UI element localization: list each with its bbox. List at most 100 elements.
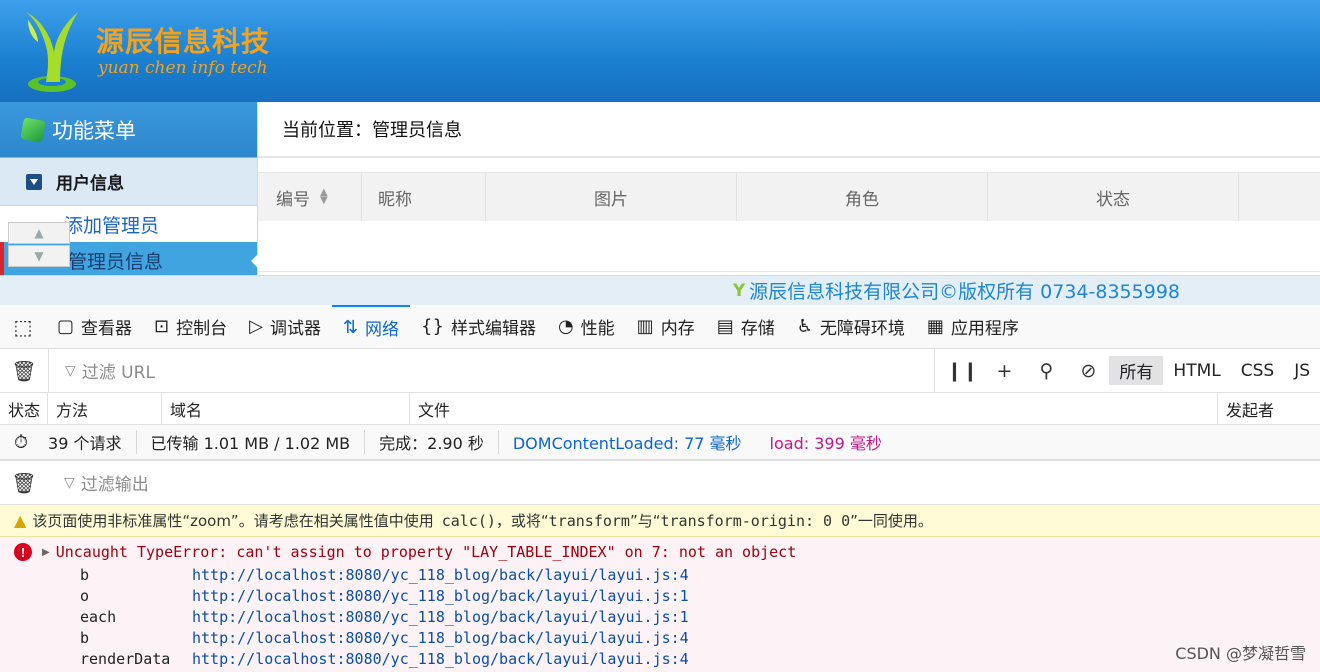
- expand-arrow-icon[interactable]: ▶: [42, 547, 50, 558]
- error-stack: b http://localhost:8080/yc_118_blog/back/…: [80, 564, 689, 669]
- stopwatch-icon: ⏱: [14, 431, 29, 453]
- logo-text-en: yuan chen info tech: [98, 58, 268, 78]
- column-header-nickname: 昵称: [362, 173, 486, 221]
- filter-type-css[interactable]: CSS: [1231, 359, 1284, 383]
- stack-frame: each http://localhost:8080/yc_118_blog/ba…: [80, 607, 689, 626]
- column-file[interactable]: 文件: [410, 392, 1218, 425]
- network-toolbar: 🗑 ▽ 过滤 URL ❙❙ + ⚲ ⊘ 所有 HTML CSS JS: [0, 348, 1320, 393]
- application-icon: ▦: [926, 316, 944, 337]
- stack-link[interactable]: http://localhost:8080/yc_118_blog/back/l…: [192, 608, 689, 626]
- memory-icon: ▥: [636, 316, 654, 337]
- console-error: ! ▶ Uncaught TypeError: can't assign to …: [0, 537, 1320, 672]
- block-icon[interactable]: ⊘: [1067, 360, 1109, 382]
- scroll-up-button[interactable]: ▲: [8, 222, 70, 244]
- pause-icon[interactable]: ❙❙: [941, 360, 983, 382]
- breadcrumb: 当前位置：管理员信息: [258, 102, 1320, 158]
- error-message: Uncaught TypeError: can't assign to prop…: [55, 543, 797, 561]
- summary-load: load: 399 毫秒: [769, 434, 882, 453]
- stack-link[interactable]: http://localhost:8080/yc_118_blog/back/l…: [192, 650, 689, 668]
- logo-icon: [26, 12, 78, 92]
- stack-link[interactable]: http://localhost:8080/yc_118_blog/back/l…: [192, 629, 689, 647]
- cube-icon: [20, 116, 46, 143]
- page-footer: Y 源辰信息科技有限公司©版权所有 0734-8355998: [0, 275, 1320, 305]
- footer-logo-icon: Y: [732, 280, 746, 301]
- stack-frame: o http://localhost:8080/yc_118_blog/back/…: [80, 586, 689, 605]
- add-icon[interactable]: +: [983, 360, 1025, 382]
- tab-application[interactable]: ▦ 应用程序: [916, 305, 1030, 349]
- main-content: 当前位置：管理员信息 编号 ▲ ▼ 昵称 图片 角色 状态: [258, 102, 1320, 275]
- console-warning: ▲ 该页面使用非标准属性“zoom”。请考虑在相关属性值中使用 calc() ，…: [0, 505, 1320, 537]
- tab-network[interactable]: ⇅ 网络: [331, 304, 411, 349]
- filter-type-js[interactable]: JS: [1284, 359, 1320, 383]
- collapse-icon[interactable]: [26, 173, 42, 190]
- tab-console[interactable]: ⊡ 控制台: [143, 305, 238, 349]
- sidebar: 功能菜单 用户信息 添加管理员 管理员信息 ▲ ▼: [0, 102, 258, 278]
- tab-style-editor[interactable]: {} 样式编辑器: [410, 305, 547, 349]
- console-toolbar: 🗑 ▽ 过滤输出: [0, 461, 1320, 505]
- error-header[interactable]: ! ▶ Uncaught TypeError: can't assign to …: [14, 543, 796, 561]
- menu-group-user-info[interactable]: 用户信息: [0, 158, 257, 206]
- search-icon[interactable]: ⚲: [1025, 360, 1067, 382]
- tab-memory[interactable]: ▥ 内存: [626, 305, 706, 349]
- table-body: [258, 221, 1320, 271]
- trash-icon[interactable]: 🗑: [0, 359, 48, 383]
- tab-storage[interactable]: ▤ 存储: [706, 305, 786, 349]
- tab-accessibility[interactable]: ♿ 无障碍环境: [786, 305, 916, 349]
- filter-icon: ▽: [65, 362, 76, 379]
- console-filter-input[interactable]: ▽ 过滤输出: [48, 461, 1320, 505]
- accessibility-icon: ♿: [796, 316, 813, 337]
- error-icon: !: [14, 543, 32, 561]
- summary-requests: ⏱ 39 个请求: [14, 431, 122, 454]
- sidebar-scroll-buttons: ▲ ▼: [8, 222, 70, 268]
- element-picker-icon[interactable]: ⬚: [0, 305, 46, 349]
- network-tools: ❙❙ + ⚲ ⊘ 所有 HTML CSS JS: [934, 348, 1320, 393]
- warning-icon: ▲: [14, 511, 27, 530]
- watermark: CSDN @梦凝哲雪: [1175, 644, 1306, 663]
- menu-group-label: 用户信息: [56, 174, 124, 194]
- menu-title: 功能菜单: [52, 118, 136, 143]
- summary-dom-loaded: DOMContentLoaded: 77 毫秒: [512, 434, 742, 453]
- column-domain[interactable]: 域名: [162, 392, 410, 425]
- trash-icon[interactable]: 🗑: [0, 471, 48, 495]
- performance-icon: ◔: [557, 316, 574, 337]
- column-header-role: 角色: [737, 173, 988, 221]
- network-summary: ⏱ 39 个请求 已传输 1.01 MB / 1.02 MB 完成：2.90 秒…: [0, 425, 1320, 461]
- tab-performance[interactable]: ◔ 性能: [547, 305, 626, 349]
- devtools-panel: ⬚ ▢ 查看器 ⊡ 控制台 ▷ 调试器 ⇅ 网络 {} 样式编辑器 ◔ 性能 ▥ 内存 ▤ 存储…: [0, 304, 1320, 672]
- devtools-tabbar: ⬚ ▢ 查看器 ⊡ 控制台 ▷ 调试器 ⇅ 网络 {} 样式编辑器 ◔ 性能 ▥ 内存 ▤ 存储…: [0, 304, 1320, 349]
- inspector-icon: ▢: [57, 316, 75, 337]
- stack-link[interactable]: http://localhost:8080/yc_118_blog/back/l…: [192, 587, 689, 605]
- filter-type-all[interactable]: 所有: [1109, 356, 1164, 385]
- menu-header: 功能菜单: [0, 102, 257, 158]
- table-header: 编号 ▲ ▼ 昵称 图片 角色 状态: [258, 173, 1320, 221]
- stack-frame: b http://localhost:8080/yc_118_blog/back/…: [80, 628, 689, 647]
- console-icon: ⊡: [154, 316, 170, 337]
- column-method[interactable]: 方法: [48, 392, 162, 425]
- request-table-header: 状态 方法 域名 文件 发起者: [0, 392, 1320, 425]
- filter-type-html[interactable]: HTML: [1163, 359, 1230, 383]
- stack-frame: b http://localhost:8080/yc_118_blog/back/…: [80, 565, 689, 584]
- stack-link[interactable]: http://localhost:8080/yc_118_blog/back/l…: [192, 566, 689, 584]
- summary-finish: 完成：2.90 秒: [365, 430, 499, 454]
- sidebar-item-label: 添加管理员: [64, 214, 160, 237]
- tab-debugger[interactable]: ▷ 调试器: [238, 305, 332, 349]
- filter-icon: ▽: [64, 474, 75, 491]
- url-filter-input[interactable]: ▽ 过滤 URL: [48, 348, 934, 393]
- column-initiator[interactable]: 发起者: [1218, 393, 1320, 425]
- column-header-image: 图片: [486, 173, 737, 221]
- tab-inspector[interactable]: ▢ 查看器: [46, 305, 143, 349]
- logo-text-cn: 源辰信息科技: [96, 25, 271, 58]
- network-icon: ⇅: [342, 317, 359, 338]
- debugger-icon: ▷: [249, 316, 263, 337]
- column-header-id[interactable]: 编号 ▲ ▼: [258, 173, 362, 221]
- storage-icon: ▤: [716, 316, 734, 337]
- sidebar-item-label: 管理员信息: [68, 250, 164, 273]
- column-header-status: 状态: [988, 173, 1239, 221]
- admin-table: 编号 ▲ ▼ 昵称 图片 角色 状态: [258, 172, 1320, 272]
- column-status[interactable]: 状态: [0, 392, 48, 425]
- sort-icon[interactable]: ▲ ▼: [320, 188, 328, 206]
- scroll-down-button[interactable]: ▼: [8, 245, 70, 267]
- app-banner: 源辰信息科技 yuan chen info tech: [0, 0, 1320, 102]
- footer-copyright: 源辰信息科技有限公司©版权所有 0734-8355998: [749, 281, 1180, 303]
- summary-transferred: 已传输 1.01 MB / 1.02 MB: [135, 430, 366, 454]
